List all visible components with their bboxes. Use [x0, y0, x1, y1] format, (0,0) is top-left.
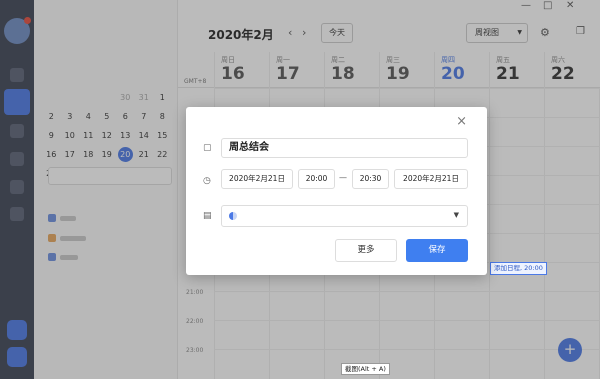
chevron-down-icon: ▼ [453, 211, 459, 219]
end-date-field[interactable]: 2020年2月21日 [394, 169, 468, 189]
add-event-tooltip: 添加日程, 20:00 [490, 262, 547, 275]
calendar-select[interactable]: ▼ [221, 205, 468, 227]
calendar-icon: ▤ [203, 211, 212, 221]
calendar-color-icon [229, 212, 237, 220]
time-separator: — [339, 173, 347, 182]
close-icon[interactable]: × [456, 114, 467, 129]
start-time-field[interactable]: 20:00 [298, 169, 335, 189]
more-button[interactable]: 更多 [335, 239, 397, 262]
start-date-field[interactable]: 2020年2月21日 [221, 169, 293, 189]
new-event-dialog: × ▢ 周总结会 ◷ 2020年2月21日 20:00 — 20:30 2020… [186, 107, 487, 275]
event-title-input[interactable]: 周总结会 [221, 138, 468, 158]
clock-icon: ◷ [203, 176, 211, 186]
save-button[interactable]: 保存 [406, 239, 468, 262]
end-time-field[interactable]: 20:30 [352, 169, 389, 189]
note-icon: ▢ [203, 143, 212, 153]
screenshot-hint: 截图(Alt + A) [341, 363, 390, 375]
